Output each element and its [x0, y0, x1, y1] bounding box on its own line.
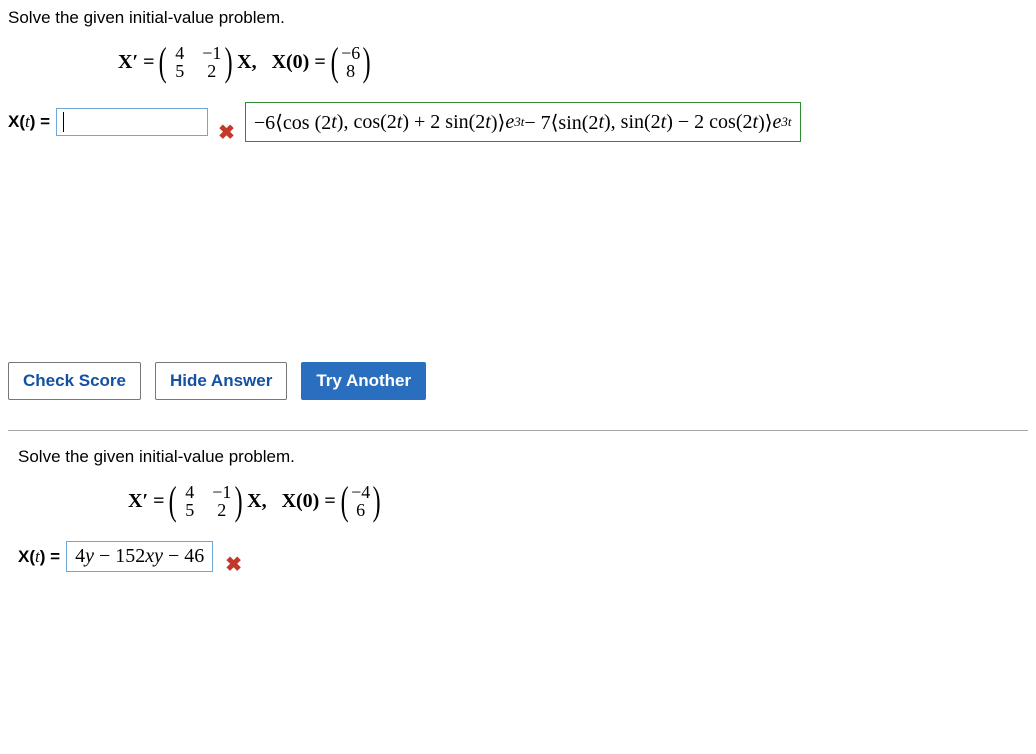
hide-answer-button[interactable]: Hide Answer	[155, 362, 287, 400]
problem2-prompt: Solve the given initial-value problem.	[18, 447, 1028, 467]
initial-vector-2: ( −4 6 )	[338, 481, 384, 521]
action-buttons: Check Score Hide Answer Try Another	[8, 362, 1028, 400]
eq-lhs: X′ =	[118, 51, 154, 74]
answer-input-2[interactable]: 4y − 152xy − 46	[66, 541, 213, 572]
problem1-equation: X′ = ( 4−1 52 ) X, X(0) = ( −6 8 )	[118, 42, 1028, 82]
eq-lhs-2: X′ =	[128, 490, 164, 513]
answer-label: X(t) =	[8, 112, 50, 132]
wrong-icon-2: ✖	[225, 552, 242, 577]
answer-label-2: X(t) =	[18, 547, 60, 567]
text-cursor	[63, 112, 64, 132]
initial-vector: ( −6 8 )	[328, 42, 374, 82]
problem2-equation: X′ = ( 4−1 52 ) X, X(0) = ( −4 6 )	[128, 481, 1028, 521]
answer-input-1[interactable]	[56, 108, 208, 136]
eq-mid-2: X, X(0) =	[247, 490, 336, 513]
try-another-button[interactable]: Try Another	[301, 362, 426, 400]
check-score-button[interactable]: Check Score	[8, 362, 141, 400]
coefficient-matrix-2: ( 4−1 52 )	[166, 481, 245, 521]
problem1-answer-row: X(t) = ✖ −6⟨cos (2t ), cos(2t ) + 2 sin(…	[8, 102, 1028, 142]
solution-display: −6⟨cos (2t ), cos(2t ) + 2 sin(2t )⟩e3t …	[245, 102, 801, 142]
coefficient-matrix: ( 4−1 52 )	[156, 42, 235, 82]
problem1-prompt: Solve the given initial-value problem.	[8, 8, 1028, 28]
problem2-answer-row: X(t) = 4y − 152xy − 46 ✖	[18, 541, 1028, 572]
divider	[8, 430, 1028, 431]
eq-mid: X, X(0) =	[237, 51, 326, 74]
wrong-icon: ✖	[218, 120, 235, 145]
